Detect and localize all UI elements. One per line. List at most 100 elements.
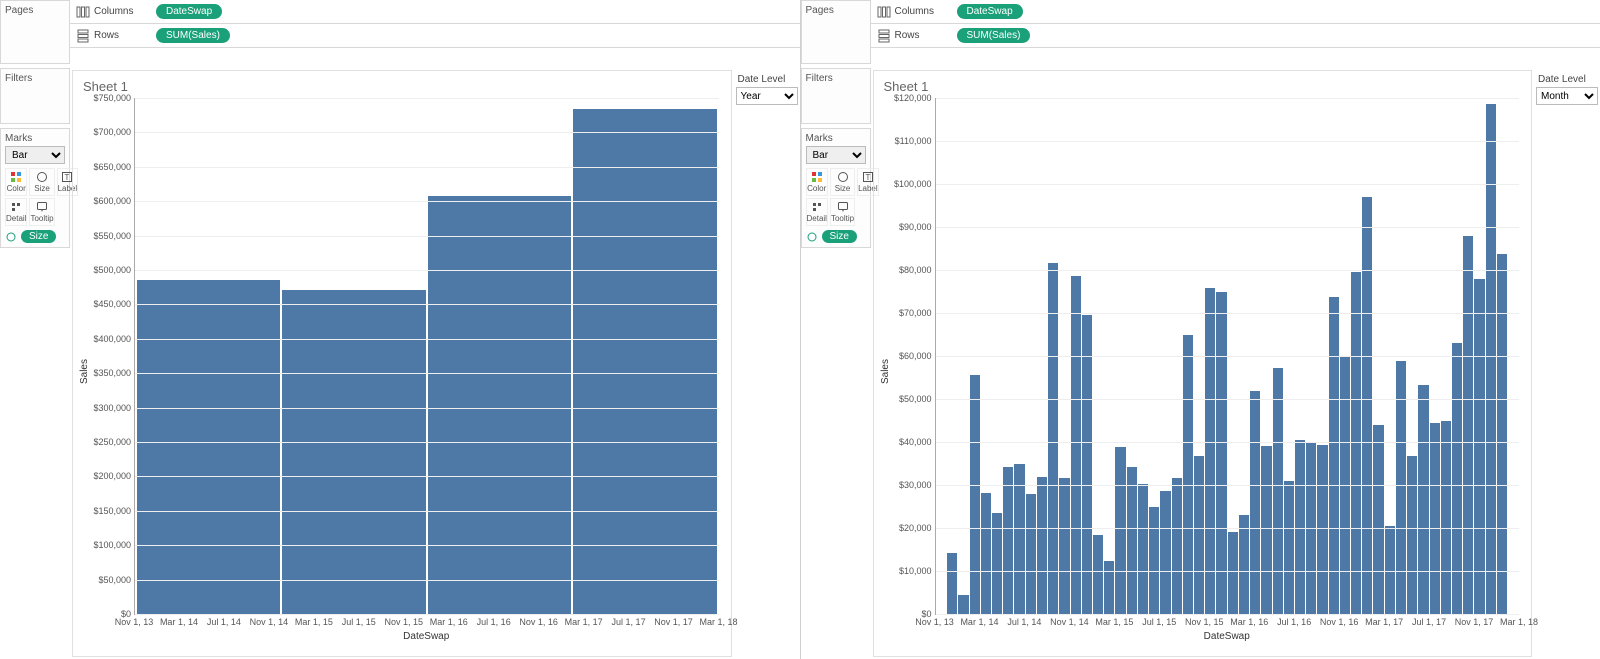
bar[interactable] [1026,494,1036,614]
x-tick: Jul 1, 15 [342,617,376,627]
bar[interactable] [1160,491,1170,614]
rows-pill[interactable]: SUM(Sales) [156,28,230,43]
bar[interactable] [1273,368,1283,614]
bar[interactable] [1418,385,1428,614]
bar[interactable] [1463,236,1473,614]
marks-size-button[interactable]: Size [830,168,855,196]
bar[interactable] [1115,447,1125,614]
bar[interactable] [1003,467,1013,614]
marks-color-button[interactable]: Color [5,168,27,196]
bar[interactable] [981,493,991,614]
marks-tooltip-button[interactable]: Tooltip [830,198,855,226]
columns-pill[interactable]: DateSwap [957,4,1023,19]
marks-color-button[interactable]: Color [806,168,828,196]
y-tick: $30,000 [888,480,932,490]
detail-icon [10,201,22,213]
bar[interactable] [1295,440,1305,614]
bar[interactable] [1059,478,1069,614]
plot-area[interactable]: $0$10,000$20,000$30,000$40,000$50,000$60… [935,98,1520,615]
marks-detail-button[interactable]: Detail [806,198,828,226]
bar[interactable] [1071,276,1081,614]
bar[interactable] [1183,335,1193,614]
bar[interactable] [1149,507,1159,615]
sheet-title: Sheet 1 [874,71,1532,94]
date-level-label: Date Level [738,74,798,85]
bar[interactable] [1452,343,1462,614]
bar[interactable] [1127,467,1137,614]
bar[interactable] [137,280,280,614]
x-tick: Jul 1, 15 [1142,617,1176,627]
pages-panel: Pages [801,0,871,64]
bar[interactable] [1014,464,1024,614]
bar[interactable] [958,595,968,614]
y-tick: $100,000 [888,179,932,189]
bar[interactable] [1497,254,1507,614]
x-tick: Nov 1, 17 [654,617,693,627]
bar[interactable] [1261,446,1271,614]
marks-type-select[interactable]: Bar [5,146,65,164]
rows-pill[interactable]: SUM(Sales) [957,28,1031,43]
x-tick: Jul 1, 16 [477,617,511,627]
bar[interactable] [1284,481,1294,614]
bar[interactable] [1205,288,1215,614]
size-pill[interactable]: Size [21,230,56,243]
columns-shelf[interactable]: Columns DateSwap [70,0,800,24]
marks-type-select[interactable]: Bar [806,146,866,164]
bar[interactable] [1048,263,1058,614]
filters-panel[interactable]: Filters [0,68,70,124]
bar[interactable] [1351,272,1361,614]
bar[interactable] [1082,315,1092,614]
bar[interactable] [1373,425,1383,614]
bar[interactable] [1486,104,1496,614]
bar[interactable] [428,196,571,614]
columns-pill[interactable]: DateSwap [156,4,222,19]
y-tick: $20,000 [888,523,932,533]
columns-shelf[interactable]: Columns DateSwap [871,0,1600,24]
bar[interactable] [1216,292,1226,614]
date-level-select-right[interactable]: Month [1536,87,1598,105]
x-tick: Jul 1, 16 [1277,617,1311,627]
bar[interactable] [1474,279,1484,614]
bar[interactable] [1385,526,1395,614]
bar[interactable] [1250,391,1260,614]
bar[interactable] [1329,297,1339,614]
bar[interactable] [573,109,716,614]
pages-label: Pages [806,5,866,16]
x-tick: Jul 1, 17 [612,617,646,627]
rows-shelf[interactable]: Rows SUM(Sales) [70,24,800,48]
x-tick: Mar 1, 14 [960,617,998,627]
x-axis-label: DateSwap [92,629,719,646]
date-level-select-left[interactable]: Year [736,87,798,105]
bar[interactable] [1430,423,1440,614]
marks-tooltip-button[interactable]: Tooltip [29,198,54,226]
bar[interactable] [1228,532,1238,614]
y-tick: $550,000 [87,231,131,241]
bar[interactable] [1104,561,1114,614]
svg-text:T: T [65,173,70,182]
y-tick: $700,000 [87,127,131,137]
y-tick: $90,000 [888,222,932,232]
rows-shelf[interactable]: Rows SUM(Sales) [871,24,1600,48]
bar[interactable] [1441,421,1451,615]
bar[interactable] [1093,535,1103,614]
bar[interactable] [1317,445,1327,614]
bar[interactable] [1194,456,1204,614]
color-icon [811,171,823,183]
x-tick: Mar 1, 14 [160,617,198,627]
marks-size-button[interactable]: Size [29,168,54,196]
bar[interactable] [1407,456,1417,614]
bar[interactable] [1239,515,1249,614]
bar[interactable] [1037,477,1047,614]
bar[interactable] [947,553,957,614]
y-tick: $10,000 [888,566,932,576]
size-pill[interactable]: Size [822,230,857,243]
bar[interactable] [1362,197,1372,614]
marks-detail-button[interactable]: Detail [5,198,27,226]
chart-left: Sheet 1 Sales $0$50,000$100,000$150,000$… [72,70,732,657]
bar[interactable] [1138,484,1148,614]
plot-area[interactable]: $0$50,000$100,000$150,000$200,000$250,00… [134,98,719,615]
filters-panel[interactable]: Filters [801,68,871,124]
bar[interactable] [1172,478,1182,614]
bar[interactable] [970,375,980,614]
marks-panel: Marks Bar Color Size TLabel Detail Toolt… [0,128,70,248]
